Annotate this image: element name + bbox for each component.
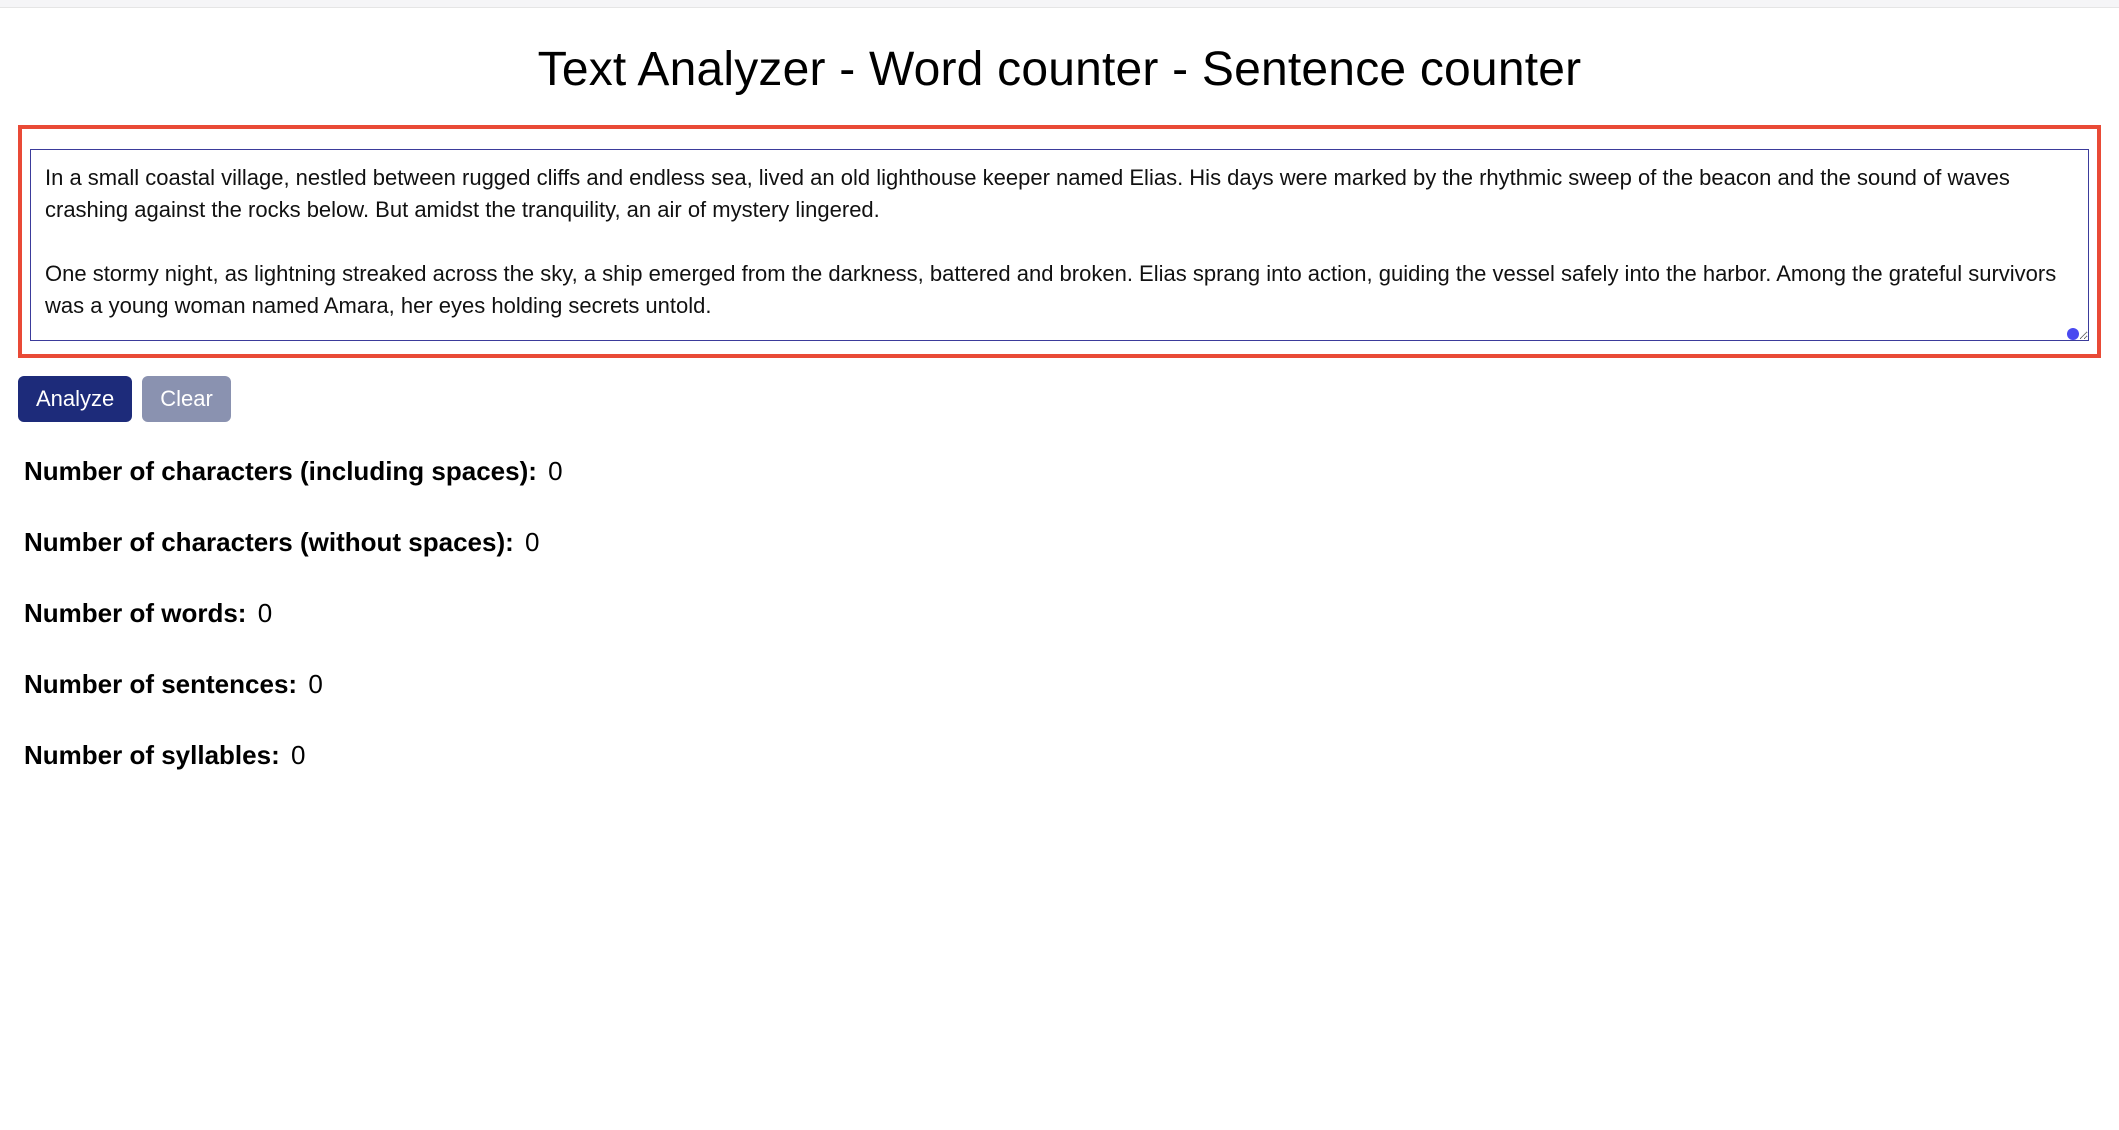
text-input[interactable] <box>30 149 2089 341</box>
main-container: Text Analyzer - Word counter - Sentence … <box>0 8 2119 827</box>
button-row: Analyze Clear <box>18 376 2101 422</box>
result-label: Number of sentences: <box>24 669 297 699</box>
result-value: 0 <box>548 456 562 486</box>
result-value: 0 <box>308 669 322 699</box>
result-syllables: Number of syllables: 0 <box>24 740 2101 771</box>
result-label: Number of syllables: <box>24 740 280 770</box>
result-value: 0 <box>525 527 539 557</box>
result-value: 0 <box>258 598 272 628</box>
result-sentences: Number of sentences: 0 <box>24 669 2101 700</box>
results-section: Number of characters (including spaces):… <box>18 456 2101 771</box>
result-words: Number of words: 0 <box>24 598 2101 629</box>
result-label: Number of words: <box>24 598 246 628</box>
result-label: Number of characters (including spaces): <box>24 456 537 486</box>
input-highlight-box <box>18 125 2101 358</box>
analyze-button[interactable]: Analyze <box>18 376 132 422</box>
assistant-indicator-icon <box>2067 328 2079 340</box>
result-value: 0 <box>291 740 305 770</box>
result-chars-without-spaces: Number of characters (without spaces): 0 <box>24 527 2101 558</box>
window-topbar <box>0 0 2119 8</box>
result-chars-with-spaces: Number of characters (including spaces):… <box>24 456 2101 487</box>
page-title: Text Analyzer - Word counter - Sentence … <box>18 42 2101 97</box>
result-label: Number of characters (without spaces): <box>24 527 514 557</box>
clear-button[interactable]: Clear <box>142 376 231 422</box>
